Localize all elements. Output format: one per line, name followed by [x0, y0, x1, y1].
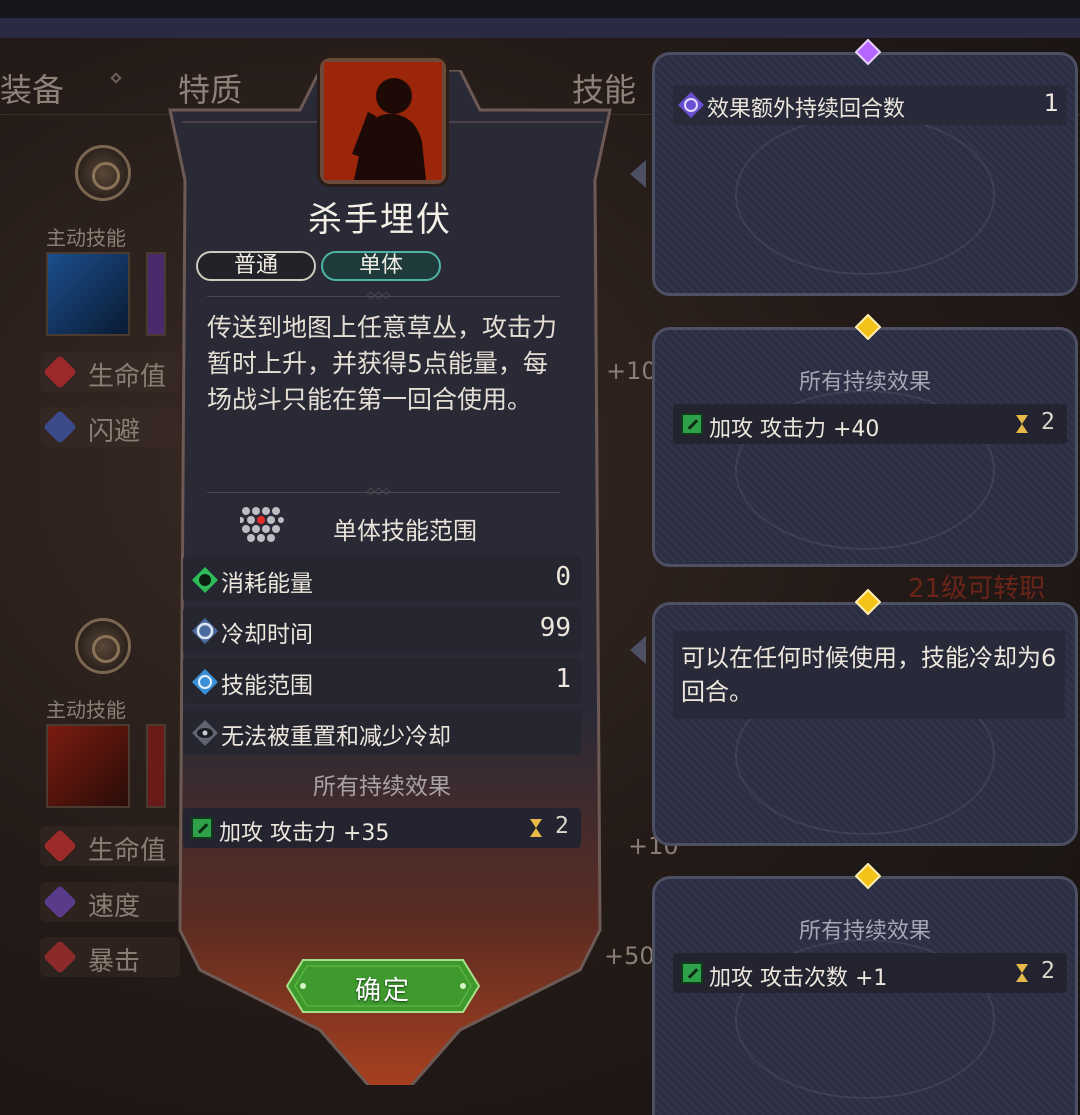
tooltip-text: 可以在任何时候使用，技能冷却为6回合。: [673, 631, 1065, 719]
gold-gem-icon: [855, 589, 881, 615]
divider: ◇◇◇: [207, 486, 560, 497]
speed-icon: [43, 885, 77, 919]
tooltip-effects-attack-count: 所有持续效果 加攻 攻击次数 +1 2: [652, 863, 1078, 1115]
dodge-icon: [43, 410, 77, 444]
skill-portrait: [320, 58, 446, 184]
category-label: 主动技能: [46, 226, 126, 250]
range-grid-icon: [240, 507, 284, 542]
hourglass-icon: [1016, 415, 1028, 433]
stat-label: 闪避: [88, 417, 141, 447]
hourglass-icon: [530, 819, 542, 837]
tag-single-target: 单体: [321, 251, 441, 281]
stat-no-reset: 无法被重置和减少冷却: [183, 709, 581, 755]
top-bar: [0, 0, 1080, 38]
eye-icon: [192, 720, 218, 746]
tooltip-cooldown-info: 可以在任何时候使用，技能冷却为6回合。: [652, 589, 1078, 846]
skill-range: 单体技能范围: [240, 505, 570, 547]
effect-label: 加攻 攻击力 +35: [219, 821, 390, 846]
attack-up-icon: [681, 413, 703, 435]
stat-label: 技能范围: [221, 673, 313, 699]
effect-row: 加攻 攻击次数 +1 2: [673, 953, 1067, 993]
cooldown-icon: [192, 618, 218, 644]
heart-icon: [43, 829, 77, 863]
range-icon: [192, 669, 218, 695]
hourglass-icon: [1016, 964, 1028, 982]
skill-slot-icon[interactable]: [46, 252, 130, 336]
stat-row: 生命值: [40, 826, 180, 866]
stat-label: 无法被重置和减少冷却: [221, 724, 451, 750]
stat-energy-cost: 消耗能量 0: [183, 556, 581, 602]
stat-label: 暴击: [88, 947, 141, 977]
stat-row: 闪避: [40, 407, 180, 447]
effect-row: 加攻 攻击力 +35 2: [183, 808, 581, 848]
energy-icon: [192, 567, 218, 593]
heart-icon: [43, 355, 77, 389]
stat-row: 速度: [40, 882, 180, 922]
crit-icon: [43, 940, 77, 974]
divider: ◇◇◇: [207, 290, 560, 301]
stat-value: 99: [539, 613, 571, 643]
effect-turns: 2: [1041, 409, 1055, 435]
effect-turns: 2: [555, 813, 569, 839]
tooltip-effects-attack: 所有持续效果 加攻 攻击力 +40 2: [652, 314, 1078, 567]
stat-label: 生命值: [88, 836, 167, 866]
category-label: 主动技能: [46, 698, 126, 722]
stat-label: 冷却时间: [221, 622, 313, 648]
stat-row: 暴击: [40, 937, 180, 977]
tag-normal: 普通: [196, 251, 316, 281]
skill-title: 杀手埋伏: [308, 200, 452, 240]
confirm-button[interactable]: 确定: [285, 958, 481, 1014]
tooltip-row-value: 1: [1043, 89, 1059, 117]
attack-up-icon: [681, 962, 703, 984]
tooltip-pointer: [630, 636, 646, 664]
effect-label: 加攻 攻击次数 +1: [709, 966, 888, 991]
effect-label: 加攻 攻击力 +40: [709, 417, 880, 442]
tooltip-title: 所有持续效果: [798, 919, 931, 944]
stat-label: 速度: [88, 892, 141, 922]
stat-value: 0: [555, 562, 571, 592]
tooltip-title: 所有持续效果: [798, 370, 931, 395]
stat-label: 消耗能量: [221, 571, 313, 597]
stat-row: 生命值: [40, 352, 180, 392]
attack-up-icon: [191, 817, 213, 839]
decor-ring: [735, 115, 995, 275]
stat-value: 1: [555, 664, 571, 694]
purple-gem-icon: [855, 39, 881, 65]
tooltip-row: 效果额外持续回合数 1: [673, 85, 1067, 125]
tab-equipment[interactable]: 装备: [0, 65, 64, 111]
confirm-label: 确定: [354, 976, 411, 1006]
duration-icon: [678, 92, 704, 118]
gold-gem-icon: [855, 314, 881, 340]
stat-cooldown: 冷却时间 99: [183, 607, 581, 653]
emblem-icon: [75, 145, 131, 201]
tooltip-extra-duration: 效果额外持续回合数 1: [652, 39, 1078, 296]
effect-turns: 2: [1041, 958, 1055, 984]
stat-range: 技能范围 1: [183, 658, 581, 704]
tooltip-pointer: [630, 160, 646, 188]
range-label: 单体技能范围: [333, 517, 477, 545]
skill-slot-icon[interactable]: [46, 724, 130, 808]
tooltip-row-label: 效果额外持续回合数: [707, 97, 906, 122]
stat-label: 生命值: [88, 362, 167, 392]
assassin-silhouette-icon: [324, 62, 442, 180]
job-change-hint: 21级可转职: [908, 574, 1046, 604]
skill-description: 传送到地图上任意草丛，攻击力暂时上升，并获得5点能量，每场战斗只能在第一回合使用…: [207, 313, 558, 414]
effects-title: 所有持续效果: [313, 774, 451, 800]
gold-gem-icon: [855, 863, 881, 889]
emblem-icon: [75, 618, 131, 674]
effect-row: 加攻 攻击力 +40 2: [673, 404, 1067, 444]
